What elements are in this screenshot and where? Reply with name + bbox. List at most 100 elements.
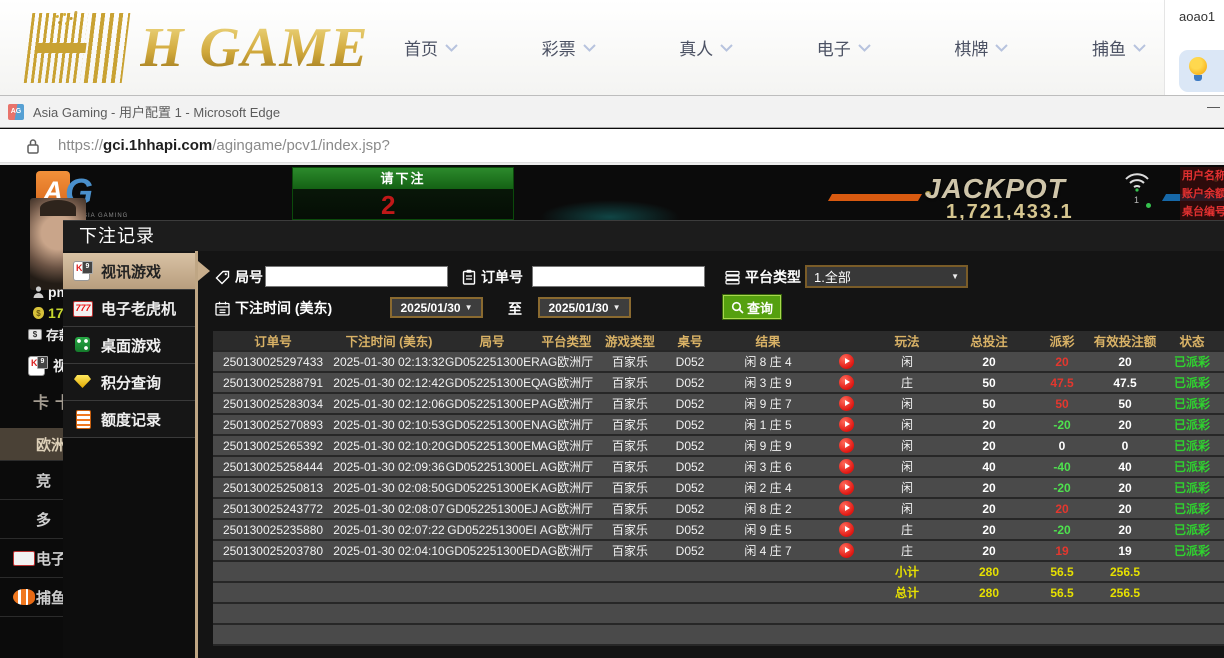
replay-play-button[interactable] bbox=[839, 417, 854, 432]
empty-cell bbox=[1160, 603, 1224, 624]
bet-table-head: 订单号下注时间 (美东)局号平台类型游戏类型桌号结果玩法总投注派彩有效投注额状态 bbox=[213, 331, 1224, 351]
cell-bet_time: 2025-01-30 02:12:06 bbox=[333, 393, 445, 414]
menu-item-4[interactable]: 积分查询 bbox=[63, 364, 195, 401]
replay-play-button[interactable] bbox=[839, 543, 854, 558]
empty-cell bbox=[870, 603, 944, 624]
replay-play-button[interactable] bbox=[839, 438, 854, 453]
cell-result: 闲 9 庄 5 bbox=[714, 519, 822, 540]
cell-bet_time: 2025-01-30 02:10:53 bbox=[333, 414, 445, 435]
empty-cell bbox=[822, 603, 870, 624]
cell-replay bbox=[822, 477, 870, 498]
cell-platform: AG欧洲厅 bbox=[539, 477, 594, 498]
cell-round_id: GD052251300EK bbox=[445, 477, 539, 498]
minimize-button[interactable]: — bbox=[1207, 99, 1220, 114]
platform-type-select[interactable]: 1.全部 ▼ bbox=[805, 265, 968, 288]
menu-item-3[interactable]: 桌面游戏 bbox=[63, 327, 195, 364]
hgame-logo[interactable]: H GAME bbox=[28, 8, 369, 88]
hgame-logo-mark bbox=[24, 13, 133, 83]
replay-play-button[interactable] bbox=[839, 522, 854, 537]
lobby-video-games-item[interactable]: 视 bbox=[28, 356, 64, 376]
empty-cell bbox=[714, 624, 822, 645]
empty-cell bbox=[213, 603, 333, 624]
cell-platform: AG欧洲厅 bbox=[539, 435, 594, 456]
cell-round_id: GD052251300ED bbox=[445, 540, 539, 561]
cell-total_bet: 20 bbox=[944, 351, 1034, 372]
table-row: 2501300252974332025-01-30 02:13:32GD0522… bbox=[213, 351, 1224, 372]
cell-payout: -40 bbox=[1034, 456, 1090, 477]
cell-replay bbox=[822, 351, 870, 372]
countdown-number: 2 bbox=[381, 190, 395, 221]
cell-game_type: 百家乐 bbox=[594, 393, 666, 414]
replay-play-button[interactable] bbox=[839, 480, 854, 495]
cell-status: 已派彩 bbox=[1160, 519, 1224, 540]
round-id-input[interactable] bbox=[265, 266, 448, 287]
total-cell-result bbox=[714, 582, 822, 603]
menu-item-label: 电子老虎机 bbox=[101, 298, 176, 319]
cell-result: 闲 3 庄 6 bbox=[714, 456, 822, 477]
replay-play-button[interactable] bbox=[839, 396, 854, 411]
url-text[interactable]: https://gci.1hhapi.com/agingame/pcv1/ind… bbox=[58, 137, 390, 154]
cell-total_bet: 20 bbox=[944, 498, 1034, 519]
cell-total_bet: 20 bbox=[944, 435, 1034, 456]
col-header-platform: 平台类型 bbox=[539, 331, 594, 351]
nav-item-5[interactable]: 棋牌 bbox=[954, 35, 1008, 60]
account-name[interactable]: aoao1 bbox=[1179, 9, 1215, 24]
menu-overlay bbox=[63, 438, 195, 658]
date-from-value: 2025/01/30 bbox=[401, 301, 461, 315]
cell-table_id: D052 bbox=[666, 477, 714, 498]
cell-status: 已派彩 bbox=[1160, 456, 1224, 477]
platform-list-icon bbox=[725, 270, 740, 285]
order-id-input[interactable] bbox=[532, 266, 705, 287]
table-row: 2501300252708932025-01-30 02:10:53GD0522… bbox=[213, 414, 1224, 435]
cell-order_id: 250130025250813 bbox=[213, 477, 333, 498]
menu-item-2[interactable]: 电子老虎机 bbox=[63, 290, 195, 327]
replay-play-button[interactable] bbox=[839, 375, 854, 390]
user-info-panel: 用户名称:账户余额:桌台编号: bbox=[1180, 167, 1224, 225]
replay-play-button[interactable] bbox=[839, 459, 854, 474]
total-cell-platform bbox=[539, 582, 594, 603]
cell-result: 闲 3 庄 9 bbox=[714, 372, 822, 393]
nav-item-4[interactable]: 电子 bbox=[817, 35, 871, 60]
total-cell-bet_type: 小计 bbox=[870, 561, 944, 582]
money-bag-icon: $ bbox=[33, 307, 44, 319]
cell-bet_type: 闲 bbox=[870, 456, 944, 477]
cell-order_id: 250130025283034 bbox=[213, 393, 333, 414]
nav-item-1[interactable]: 首页 bbox=[404, 35, 458, 60]
chevron-down-icon bbox=[583, 44, 596, 52]
table-row: 2501300252584442025-01-30 02:09:36GD0522… bbox=[213, 456, 1224, 477]
col-header-status: 状态 bbox=[1160, 331, 1224, 351]
cell-bet_type: 闲 bbox=[870, 393, 944, 414]
replay-play-button[interactable] bbox=[839, 501, 854, 516]
lock-icon bbox=[26, 138, 40, 154]
col-header-table_id: 桌号 bbox=[666, 331, 714, 351]
menu-item-1[interactable]: 视讯游戏 bbox=[63, 253, 195, 290]
empty-row bbox=[213, 603, 1224, 624]
nav-item-3[interactable]: 真人 bbox=[679, 35, 733, 60]
nav-item-6[interactable]: 捕鱼 bbox=[1092, 35, 1146, 60]
table-row: 2501300252508132025-01-30 02:08:50GD0522… bbox=[213, 477, 1224, 498]
cell-order_id: 250130025258444 bbox=[213, 456, 333, 477]
replay-play-button[interactable] bbox=[839, 354, 854, 369]
url-path: /agingame/pcv1/index.jsp? bbox=[212, 137, 390, 154]
wifi-number: 1 bbox=[1134, 195, 1139, 205]
cell-bet_time: 2025-01-30 02:08:07 bbox=[333, 498, 445, 519]
empty-cell bbox=[539, 624, 594, 645]
nav-item-2[interactable]: 彩票 bbox=[542, 35, 596, 60]
cell-round_id: GD052251300EP bbox=[445, 393, 539, 414]
empty-cell bbox=[445, 603, 539, 624]
nav-item-label: 棋牌 bbox=[954, 35, 988, 60]
cell-replay bbox=[822, 519, 870, 540]
cell-game_type: 百家乐 bbox=[594, 414, 666, 435]
nav-item-label: 真人 bbox=[679, 35, 713, 60]
bulb-card[interactable] bbox=[1179, 50, 1224, 92]
date-from-select[interactable]: 2025/01/30 ▼ bbox=[390, 297, 483, 318]
date-to-select[interactable]: 2025/01/30 ▼ bbox=[538, 297, 631, 318]
total-cell-order_id bbox=[213, 582, 333, 603]
search-button[interactable]: 查询 bbox=[723, 295, 781, 319]
menu-item-5[interactable]: 额度记录 bbox=[63, 401, 195, 438]
cell-replay bbox=[822, 414, 870, 435]
modal-body: 视讯游戏电子老虎机桌面游戏积分查询额度记录 局号 bbox=[63, 251, 1224, 658]
cell-platform: AG欧洲厅 bbox=[539, 372, 594, 393]
empty-cell bbox=[594, 624, 666, 645]
cell-round_id: GD052251300EN bbox=[445, 414, 539, 435]
